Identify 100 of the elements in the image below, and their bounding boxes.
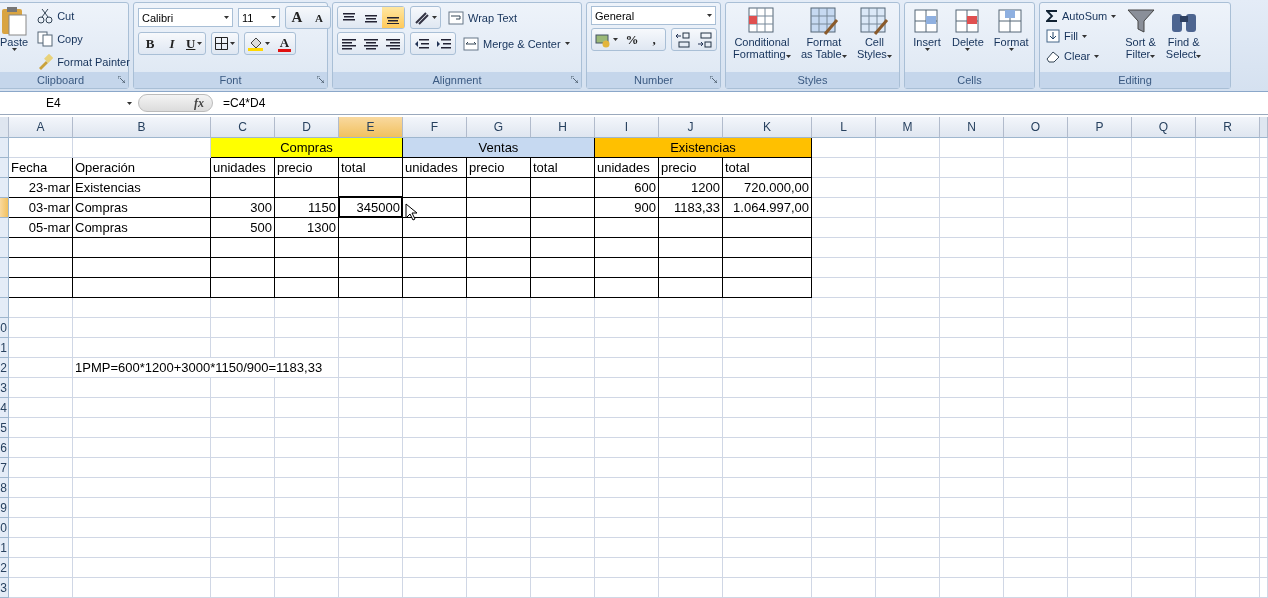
empty-cell <box>1004 258 1068 278</box>
paste-button[interactable]: Paste <box>0 6 32 51</box>
number-format-field[interactable]: General <box>591 6 716 25</box>
styles-button[interactable]: Conditional Formatting <box>730 6 794 60</box>
column-header[interactable]: P <box>1068 117 1132 138</box>
percent-button[interactable]: % <box>621 29 643 50</box>
row-header[interactable]: 6 <box>0 438 9 458</box>
empty-cell <box>467 218 531 238</box>
font-size-field[interactable]: 11 <box>238 8 280 27</box>
vertical-align-button[interactable] <box>382 7 404 28</box>
styles-button[interactable]: Cell Styles <box>853 6 895 60</box>
column-header[interactable]: N <box>940 117 1004 138</box>
font-name-field[interactable]: Calibri <box>138 8 233 27</box>
group-label: Editing <box>1118 74 1152 86</box>
column-header[interactable]: O <box>1004 117 1068 138</box>
format-painter-button[interactable]: Format Painter <box>35 52 132 72</box>
empty-cell <box>812 358 876 378</box>
row-header[interactable]: 9 <box>0 498 9 518</box>
table-cell-text: 1PMP=600*1200+3000*1150/900=1183,33 <box>74 358 324 376</box>
indent-icon <box>415 37 429 50</box>
styles-button[interactable]: Format as Table <box>797 6 850 60</box>
grow-font-button[interactable]: A <box>286 7 308 28</box>
empty-cell <box>812 258 876 278</box>
underline-button[interactable]: U <box>183 33 206 54</box>
column-header[interactable]: Q <box>1132 117 1196 138</box>
editing-large-button[interactable]: Sort & Filter <box>1122 6 1159 60</box>
table-cell-text: 03-mar <box>27 198 71 216</box>
empty-cell <box>876 518 940 538</box>
cells-button[interactable]: Delete <box>949 6 987 51</box>
empty-cell <box>659 498 723 518</box>
row-header[interactable]: 2 <box>0 558 9 578</box>
editing-large-button[interactable]: Find & Select <box>1162 6 1205 60</box>
empty-cell <box>940 518 1004 538</box>
column-header[interactable]: I <box>595 117 659 138</box>
insert-function-button[interactable]: fx <box>138 94 213 112</box>
launcher-icon[interactable] <box>571 76 578 83</box>
column-header[interactable]: F <box>403 117 467 138</box>
editing-button[interactable]: Fill <box>1044 26 1119 46</box>
launcher-icon[interactable] <box>317 76 324 83</box>
copy-button[interactable]: Copy <box>35 29 132 49</box>
shrink-font-button[interactable]: A <box>308 7 330 28</box>
italic-button[interactable]: I <box>161 33 183 54</box>
column-header[interactable]: B <box>73 117 211 138</box>
merge-center-button[interactable]: Merge & Center <box>461 33 572 54</box>
column-header[interactable]: A <box>9 117 73 138</box>
row-header[interactable]: 3 <box>0 578 9 598</box>
editing-button[interactable]: AutoSum <box>1044 6 1119 26</box>
formula-field[interactable]: =C4*D4 <box>223 96 266 110</box>
empty-cell <box>940 418 1004 438</box>
column-header[interactable]: K <box>723 117 812 138</box>
column-header[interactable]: L <box>812 117 876 138</box>
column-header[interactable]: J <box>659 117 723 138</box>
launcher-icon[interactable] <box>710 76 717 83</box>
caret-icon <box>432 16 437 19</box>
row-header[interactable]: 8 <box>0 478 9 498</box>
row-header[interactable]: 0 <box>0 318 9 338</box>
cut-button[interactable]: Cut <box>35 6 132 26</box>
row-header[interactable]: 5 <box>0 418 9 438</box>
empty-cell <box>659 338 723 358</box>
empty-cell <box>876 258 940 278</box>
empty-cell <box>1196 518 1260 538</box>
empty-cell <box>940 578 1004 598</box>
row-header[interactable]: 3 <box>0 378 9 398</box>
empty-cell <box>467 558 531 578</box>
column-header[interactable]: D <box>275 117 339 138</box>
bold-button[interactable]: B <box>139 33 161 54</box>
comma-button[interactable]: , <box>643 29 665 50</box>
row-header[interactable]: 7 <box>0 458 9 478</box>
wrap-text-button[interactable]: Wrap Text <box>446 7 520 28</box>
empty-cell <box>1068 298 1132 318</box>
row-header[interactable]: 2 <box>0 358 9 378</box>
empty-cell <box>1132 438 1196 458</box>
empty-cell <box>211 418 275 438</box>
empty-cell <box>812 418 876 438</box>
row-header[interactable]: 1 <box>0 338 9 358</box>
empty-cell <box>595 398 659 418</box>
empty-cell <box>339 398 403 418</box>
cells-button[interactable]: Insert <box>909 6 945 51</box>
editing-button[interactable]: Clear <box>1044 46 1119 66</box>
caret-icon <box>965 48 971 51</box>
column-header[interactable]: C <box>211 117 275 138</box>
empty-cell <box>275 418 339 438</box>
row-header[interactable]: 4 <box>0 398 9 418</box>
empty-cell <box>1004 498 1068 518</box>
empty-cell <box>876 238 940 258</box>
table-cell-text: 1300 <box>306 218 337 236</box>
align-lines-icon <box>364 37 378 50</box>
caret-icon <box>924 48 930 51</box>
caret-icon <box>564 42 570 45</box>
column-header[interactable]: E <box>339 117 403 138</box>
name-box[interactable]: E4 <box>0 93 138 113</box>
row-header[interactable]: 1 <box>0 538 9 558</box>
launcher-icon[interactable] <box>118 76 125 83</box>
empty-cell <box>531 318 595 338</box>
column-header[interactable]: R <box>1196 117 1260 138</box>
column-header[interactable]: G <box>467 117 531 138</box>
cells-button[interactable]: Format <box>990 6 1032 51</box>
column-header[interactable]: H <box>531 117 595 138</box>
column-header[interactable]: M <box>876 117 940 138</box>
row-header[interactable]: 0 <box>0 518 9 538</box>
